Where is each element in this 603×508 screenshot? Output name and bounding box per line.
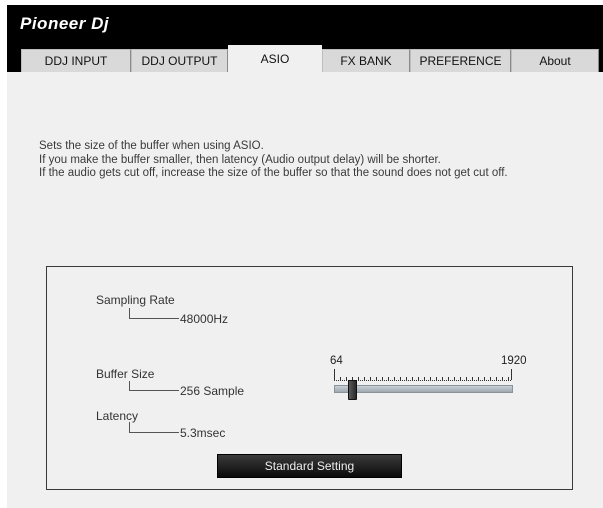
latency-value: 5.3msec xyxy=(180,426,226,440)
buffer-size-slider-track[interactable] xyxy=(334,385,513,393)
tab-ddj-input[interactable]: DDJ INPUT xyxy=(21,49,131,72)
asio-description: Sets the size of the buffer when using A… xyxy=(39,140,599,181)
buffer-size-value: 256 Sample xyxy=(180,384,245,398)
tab-preference[interactable]: PREFERENCE xyxy=(410,49,511,72)
sampling-rate-connector xyxy=(129,308,179,319)
buffer-settings-panel: Sampling Rate 48000Hz Buffer Size 256 Sa… xyxy=(46,266,573,490)
latency-connector xyxy=(129,422,179,433)
pioneer-dj-logo: Pioneer Dj xyxy=(20,14,110,33)
sampling-rate-value: 48000Hz xyxy=(180,312,229,326)
buffer-size-scale xyxy=(334,374,511,381)
asio-settings-window: Pioneer Dj DDJ INPUT DDJ OUTPUT ASIO FX … xyxy=(7,5,603,508)
description-line: Sets the size of the buffer when using A… xyxy=(39,140,264,152)
buffer-max-label: 1920 xyxy=(501,355,527,367)
standard-setting-button[interactable]: Standard Setting xyxy=(217,454,402,478)
description-line: If the audio gets cut off, increase the … xyxy=(39,167,508,179)
description-line: If you make the buffer smaller, then lat… xyxy=(39,153,441,166)
buffer-min-label: 64 xyxy=(330,355,343,367)
buffer-size-label: Buffer Size xyxy=(96,367,155,381)
buffer-size-slider-thumb[interactable] xyxy=(348,380,357,400)
tab-ddj-output[interactable]: DDJ OUTPUT xyxy=(131,49,228,72)
scale-end-tick xyxy=(511,369,512,380)
tab-about[interactable]: About xyxy=(511,49,599,72)
tab-asio[interactable]: ASIO xyxy=(228,45,322,73)
tab-fx-bank[interactable]: FX BANK xyxy=(322,49,410,72)
sampling-rate-label: Sampling Rate xyxy=(96,293,175,307)
buffer-size-connector xyxy=(129,381,179,391)
latency-label: Latency xyxy=(96,409,139,423)
header-bar: Pioneer Dj DDJ INPUT DDJ OUTPUT ASIO FX … xyxy=(7,5,603,73)
